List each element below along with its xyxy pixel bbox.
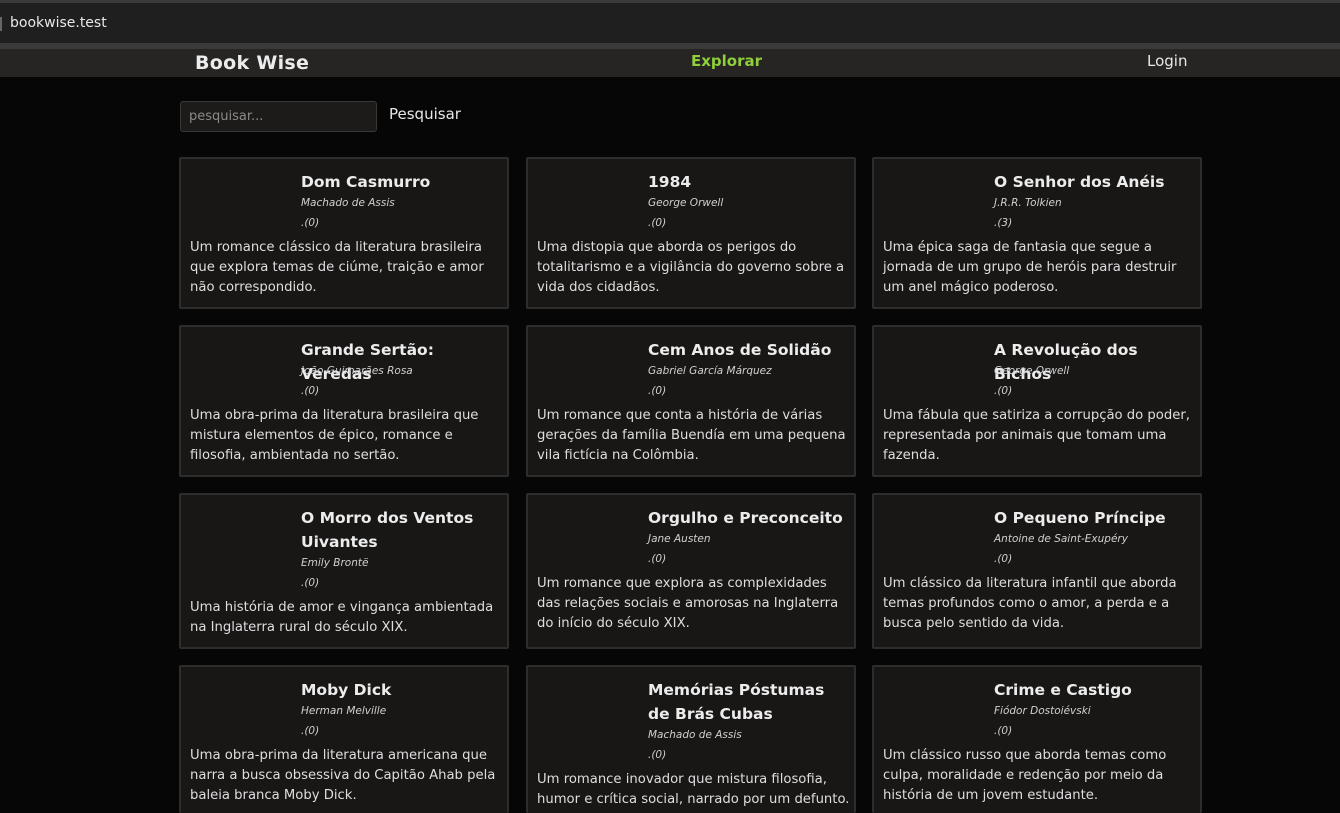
book-card[interactable]: O Senhor dos Anéis J.R.R. Tolkien .(3) U… [872,157,1202,309]
book-author: George Orwell [994,365,1070,377]
book-card[interactable]: Cem Anos de Solidão Gabriel García Márqu… [526,325,856,477]
book-description: Uma fábula que satiriza a corrupção do p… [883,408,1190,463]
book-description: Um romance inovador que mistura filosofi… [537,772,850,807]
book-author: Herman Melville [301,705,387,717]
book-title[interactable]: 1984 [648,170,848,194]
book-author: George Orwell [648,197,724,209]
book-rating: .(0) [648,749,667,761]
book-title[interactable]: O Morro dos Ventos Uivantes [301,506,501,554]
book-title[interactable]: Dom Casmurro [301,170,501,194]
url-text[interactable]: bookwise.test [10,15,107,31]
book-author: João Guimarães Rosa [301,365,413,377]
book-card[interactable]: Crime e Castigo Fiódor Dostoiévski .(0) … [872,665,1202,813]
book-card[interactable]: 1984 George Orwell .(0) Uma distopia que… [526,157,856,309]
book-rating: .(0) [301,217,320,229]
book-rating: .(0) [301,577,320,589]
book-title[interactable]: Memórias Póstumas de Brás Cubas [648,678,848,726]
book-author: J.R.R. Tolkien [994,197,1062,209]
book-card[interactable]: Orgulho e Preconceito Jane Austen .(0) U… [526,493,856,649]
book-title[interactable]: Moby Dick [301,678,501,702]
book-card[interactable]: O Morro dos Ventos Uivantes Emily Brontë… [179,493,509,649]
book-description: Uma obra-prima da literatura americana q… [190,748,496,803]
book-rating: .(0) [994,725,1013,737]
book-author: Antoine de Saint-Exupéry [994,533,1128,545]
book-title[interactable]: Orgulho e Preconceito [648,506,848,530]
book-description: Uma obra-prima da literatura brasileira … [190,408,479,463]
book-title[interactable]: Grande Sertão: Veredas [301,338,501,386]
book-description: Um romance que conta a história de vária… [537,408,846,463]
book-description: Uma história de amor e vingança ambienta… [190,600,494,635]
book-author: Jane Austen [648,533,711,545]
book-card[interactable]: A Revolução dos Bichos George Orwell .(0… [872,325,1202,477]
book-card[interactable]: Moby Dick Herman Melville .(0) Uma obra-… [179,665,509,813]
book-card[interactable]: Memórias Póstumas de Brás Cubas Machado … [526,665,856,813]
book-title[interactable]: Cem Anos de Solidão [648,338,848,362]
book-description: Um romance clássico da literatura brasil… [190,240,484,295]
book-title[interactable]: O Pequeno Príncipe [994,506,1194,530]
address-bar-edge [0,17,2,31]
book-rating: .(0) [648,385,667,397]
brand-logo[interactable]: Book Wise [195,52,309,74]
nav-login-link[interactable]: Login [1147,52,1187,70]
book-rating: .(0) [301,725,320,737]
book-card[interactable]: O Pequeno Príncipe Antoine de Saint-Exup… [872,493,1202,649]
book-description: Uma épica saga de fantasia que segue a j… [883,240,1177,295]
book-description: Um clássico russo que aborda temas como … [883,748,1167,803]
book-rating: .(0) [648,217,667,229]
book-description: Um clássico da literatura infantil que a… [883,576,1177,631]
book-title[interactable]: O Senhor dos Anéis [994,170,1194,194]
book-author: Fiódor Dostoiévski [994,705,1091,717]
book-description: Uma distopia que aborda os perigos do to… [537,240,845,295]
search-input[interactable] [180,101,377,132]
book-card[interactable]: Grande Sertão: Veredas João Guimarães Ro… [179,325,509,477]
book-author: Emily Brontë [301,557,369,569]
book-rating: .(0) [301,385,320,397]
search-button[interactable]: Pesquisar [389,105,461,123]
book-rating: .(3) [994,217,1013,229]
book-author: Machado de Assis [648,729,742,741]
book-rating: .(0) [994,385,1013,397]
book-title[interactable]: Crime e Castigo [994,678,1194,702]
top-navbar: Book Wise Explorar Login [0,46,1340,77]
book-description: Um romance que explora as complexidades … [537,576,839,631]
book-rating: .(0) [994,553,1013,565]
browser-address-bar[interactable]: bookwise.test [0,0,1340,46]
book-author: Machado de Assis [301,197,395,209]
nav-explore-link[interactable]: Explorar [691,52,762,70]
book-card[interactable]: Dom Casmurro Machado de Assis .(0) Um ro… [179,157,509,309]
book-author: Gabriel García Márquez [648,365,772,377]
book-rating: .(0) [648,553,667,565]
book-title[interactable]: A Revolução dos Bichos [994,338,1194,386]
